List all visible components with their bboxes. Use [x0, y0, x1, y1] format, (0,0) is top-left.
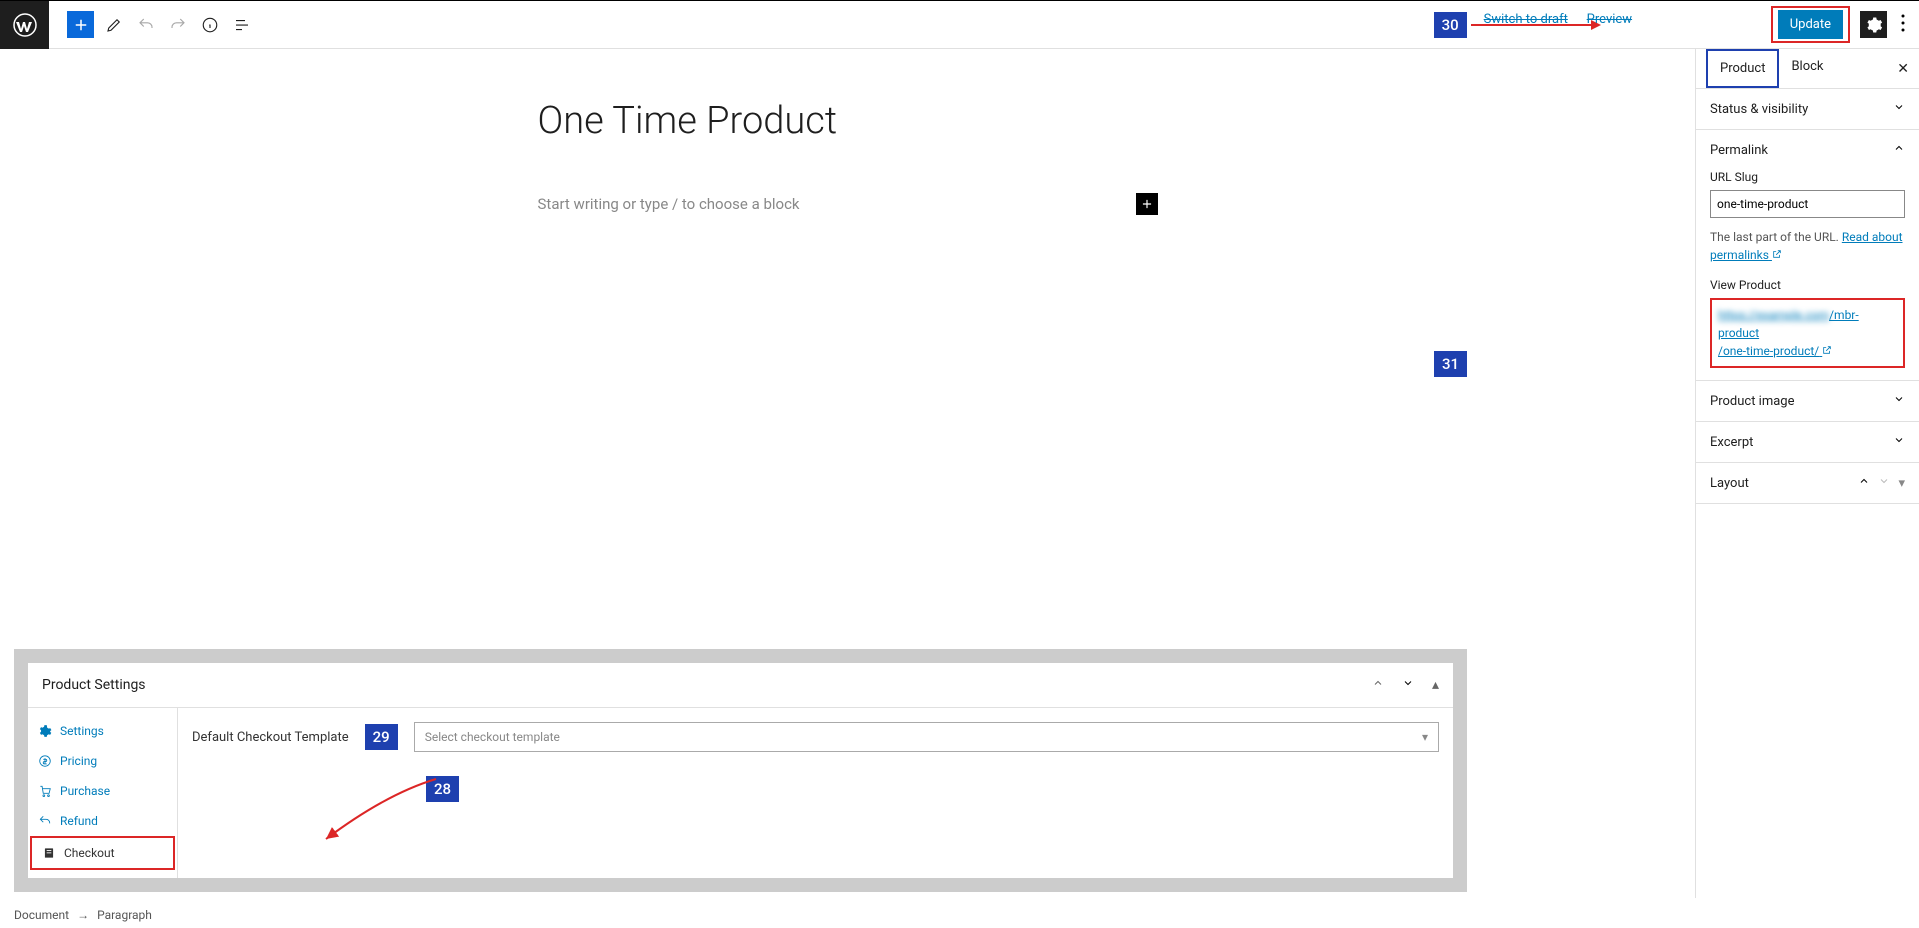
product-url-link[interactable]: https://example.com/mbr-product/one-time…	[1718, 308, 1859, 358]
view-product-label: View Product	[1710, 278, 1905, 292]
panel-permalink[interactable]: Permalink	[1696, 130, 1919, 170]
switch-to-draft-link[interactable]: Switch to draft	[1484, 12, 1568, 27]
chevron-down-icon	[1893, 434, 1905, 450]
settings-sidebar: Product Block ✕ Status & visibility Perm…	[1695, 49, 1919, 898]
page-title[interactable]: One Time Product	[538, 99, 1158, 143]
triangle-down-icon[interactable]: ▾	[1898, 476, 1905, 491]
toolbar-left	[49, 11, 254, 38]
preview-link[interactable]: Preview	[1579, 12, 1640, 27]
annotation-29: 29	[365, 724, 398, 750]
breadcrumb-paragraph[interactable]: Paragraph	[97, 908, 152, 922]
product-url-box: https://example.com/mbr-product/one-time…	[1710, 298, 1905, 368]
panel-product-image[interactable]: Product image	[1696, 381, 1919, 421]
checkout-template-label: Default Checkout Template	[192, 730, 349, 745]
chevron-up-icon	[1893, 142, 1905, 158]
annotation-28-arrow	[316, 774, 446, 848]
edit-icon[interactable]	[102, 13, 126, 37]
redo-icon[interactable]	[166, 13, 190, 37]
permalink-help-text: The last part of the URL. Read about per…	[1710, 228, 1905, 264]
panel-status-visibility[interactable]: Status & visibility	[1696, 89, 1919, 129]
toolbar-right: 30 Switch to draft Preview Update	[1434, 6, 1909, 43]
block-prompt[interactable]: Start writing or type / to choose a bloc…	[538, 195, 800, 213]
tab-product[interactable]: Product	[1706, 49, 1779, 88]
product-settings-panel: Product Settings ▴ Settings	[14, 649, 1467, 892]
nav-settings[interactable]: Settings	[28, 716, 177, 746]
add-block-inline-button[interactable]	[1136, 193, 1158, 215]
triangle-up-icon[interactable]: ▴	[1432, 677, 1439, 693]
chevron-down-icon: ▾	[1422, 730, 1428, 744]
close-sidebar-icon[interactable]: ✕	[1897, 61, 1909, 77]
editor-canvas: One Time Product Start writing or type /…	[0, 49, 1695, 898]
collapse-down-icon[interactable]	[1402, 677, 1414, 693]
chevron-up-icon[interactable]	[1858, 475, 1870, 491]
nav-checkout[interactable]: Checkout	[30, 836, 175, 870]
product-settings-nav: Settings Pricing Purchase Refund	[28, 708, 178, 878]
more-options-icon[interactable]	[1897, 14, 1909, 36]
chevron-down-icon	[1893, 393, 1905, 409]
add-block-button[interactable]	[67, 11, 94, 38]
outline-icon[interactable]	[230, 13, 254, 37]
panel-layout[interactable]: Layout ▾	[1696, 463, 1919, 503]
info-icon[interactable]	[198, 13, 222, 37]
collapse-up-icon[interactable]	[1372, 677, 1384, 693]
annotation-31: 31	[1434, 351, 1467, 377]
nav-refund[interactable]: Refund	[28, 806, 177, 836]
nav-purchase[interactable]: Purchase	[28, 776, 177, 806]
panel-excerpt[interactable]: Excerpt	[1696, 422, 1919, 462]
undo-icon[interactable]	[134, 13, 158, 37]
breadcrumb-document[interactable]: Document	[14, 908, 69, 922]
top-toolbar: 30 Switch to draft Preview Update	[0, 0, 1919, 49]
nav-pricing[interactable]: Pricing	[28, 746, 177, 776]
chevron-down-icon	[1893, 101, 1905, 117]
wordpress-logo[interactable]	[0, 1, 49, 49]
url-slug-label: URL Slug	[1710, 170, 1905, 184]
breadcrumb: Document → Paragraph	[14, 908, 152, 922]
url-slug-input[interactable]	[1710, 190, 1905, 218]
update-button-highlight: Update	[1771, 6, 1850, 43]
chevron-down-icon[interactable]	[1878, 475, 1890, 491]
product-settings-title: Product Settings	[42, 677, 146, 693]
settings-gear-button[interactable]	[1860, 11, 1887, 38]
tab-block[interactable]: Block	[1779, 49, 1835, 88]
checkout-template-select[interactable]: Select checkout template ▾	[414, 722, 1439, 752]
update-button[interactable]: Update	[1778, 10, 1843, 39]
settings-content: Default Checkout Template 29 Select chec…	[178, 708, 1453, 878]
